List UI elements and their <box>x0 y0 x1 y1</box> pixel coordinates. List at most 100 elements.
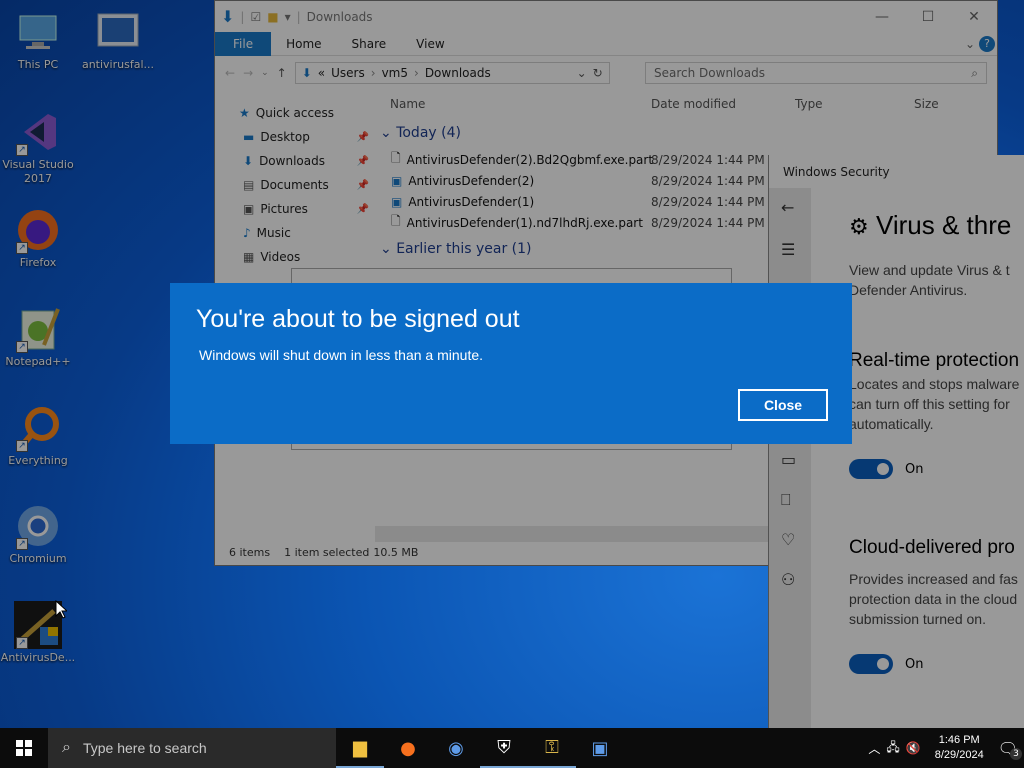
desktop-icon-notepadpp[interactable]: ↗ Notepad++ <box>0 305 76 369</box>
up-arrow-icon[interactable]: ↑ <box>277 66 287 80</box>
recent-locations-icon[interactable]: ⌄ <box>261 68 269 78</box>
breadcrumb-overflow[interactable]: « <box>318 66 325 80</box>
gear-icon: ⚙ <box>849 214 869 239</box>
file-name: AntivirusDefender(2).Bd2Qgbmf.exe.part <box>406 152 654 167</box>
shield-icon: ⛨ <box>497 736 511 758</box>
expand-ribbon-icon[interactable]: ⌄ <box>965 37 975 51</box>
taskbar-search-box[interactable]: ⌕ Type here to search <box>48 728 336 768</box>
device-security-icon[interactable]: ⎕ <box>781 490 791 510</box>
group-earlier[interactable]: ⌄ Earlier this year (1) <box>380 241 531 257</box>
cloud-toggle[interactable] <box>849 654 893 674</box>
pin-icon[interactable]: 📌 <box>357 132 369 143</box>
pin-icon[interactable]: 📌 <box>357 204 369 215</box>
taskbar-firefox[interactable]: ● <box>384 728 432 768</box>
properties-icon[interactable]: ☑ <box>250 10 261 24</box>
notification-badge: 3 <box>1010 747 1022 760</box>
folder-icon[interactable]: ■ <box>267 10 278 24</box>
breadcrumb-downloads[interactable]: Downloads <box>425 66 491 80</box>
desktop-icon-chromium[interactable]: ↗ Chromium <box>0 502 76 566</box>
start-button[interactable] <box>0 728 48 768</box>
notification-icon[interactable]: 🗨 3 <box>998 739 1022 760</box>
tab-share[interactable]: Share <box>337 37 402 51</box>
group-today[interactable]: ⌄ Today (4) <box>380 125 461 141</box>
minimize-button[interactable]: — <box>859 1 905 32</box>
nav-pictures[interactable]: ▣ Pictures 📌 <box>215 197 375 221</box>
signout-dialog: You're about to be signed out Windows wi… <box>170 283 852 444</box>
file-icon: 🗋 <box>391 151 401 165</box>
window-title: Downloads <box>306 9 373 24</box>
taskbar-app-window[interactable]: ▣ <box>576 728 624 768</box>
taskbar-chromium[interactable]: ◉ <box>432 728 480 768</box>
taskbar-file-explorer[interactable]: ▆ <box>336 728 384 768</box>
nav-documents[interactable]: ▤ Documents 📌 <box>215 173 375 197</box>
taskbar-antivirus-setup[interactable]: ⚿ <box>528 728 576 768</box>
nav-quick-access[interactable]: ★ Quick access <box>215 101 375 125</box>
pictures-icon: ▣ <box>243 202 255 216</box>
download-arrow-icon: ⬇ <box>221 7 235 26</box>
shortcut-arrow-icon: ↗ <box>16 242 28 254</box>
nav-videos[interactable]: ▦ Videos <box>215 245 375 269</box>
family-options-icon[interactable]: ⚇ <box>781 570 795 589</box>
notepadpp-icon: ↗ <box>14 305 62 353</box>
nav-label: Quick access <box>255 106 334 120</box>
back-arrow-icon[interactable]: ← <box>781 198 794 217</box>
tab-view[interactable]: View <box>401 37 459 51</box>
pin-icon[interactable]: 📌 <box>357 156 369 167</box>
nav-desktop[interactable]: ▬ Desktop 📌 <box>215 125 375 149</box>
realtime-toggle[interactable] <box>849 459 893 479</box>
shortcut-arrow-icon: ↗ <box>16 440 28 452</box>
close-button[interactable]: Close <box>738 389 828 421</box>
breadcrumb-users[interactable]: Users <box>331 66 365 80</box>
help-icon[interactable]: ? <box>979 35 995 52</box>
hamburger-menu-icon[interactable]: ☰ <box>781 240 795 259</box>
quick-access-toolbar: ⬇ | ☑ ■ ▾ | Downloads <box>221 7 373 26</box>
file-name: AntivirusDefender(1).nd7lhdRj.exe.part <box>406 215 643 230</box>
desktop-icon-everything[interactable]: ↗ Everything <box>0 404 76 468</box>
pin-icon[interactable]: 📌 <box>357 180 369 191</box>
desktop-icon-antivirusfal[interactable]: antivirusfal... <box>80 8 156 72</box>
tab-home[interactable]: Home <box>271 37 336 51</box>
security-sidebar: ← ☰ ▭ ⎕ ♡ ⚇ <box>769 188 811 728</box>
nav-downloads[interactable]: ⬇ Downloads 📌 <box>215 149 375 173</box>
network-disconnected-icon[interactable]: 🖧 <box>886 738 899 759</box>
desktop-icon-visual-studio[interactable]: ↗ Visual Studio 2017 <box>0 108 76 186</box>
refresh-icon[interactable]: ↻ <box>593 66 603 80</box>
mouse-cursor-icon <box>55 600 67 619</box>
status-item-count: 6 items <box>229 545 271 559</box>
group-label: Today (4) <box>396 125 461 141</box>
taskbar-windows-security[interactable]: ⛨ <box>480 728 528 768</box>
column-date-modified[interactable]: Date modified <box>651 97 795 111</box>
status-selected: 1 item selected <box>284 545 370 559</box>
group-label: Earlier this year (1) <box>396 241 532 257</box>
device-health-icon[interactable]: ♡ <box>781 530 795 549</box>
close-window-button[interactable]: ✕ <box>951 1 997 32</box>
back-arrow-icon[interactable]: ← <box>225 66 235 80</box>
nav-music[interactable]: ♪ Music <box>215 221 375 245</box>
volume-muted-icon[interactable]: 🔇 <box>906 741 921 755</box>
clock[interactable]: 1:46 PM 8/29/2024 <box>935 733 984 763</box>
breadcrumb-vm5[interactable]: vm5 <box>382 66 408 80</box>
chevron-up-icon[interactable]: ︿ <box>868 740 880 757</box>
desktop-icon-firefox[interactable]: ↗ Firefox <box>0 206 76 270</box>
computer-icon <box>14 8 62 56</box>
column-type[interactable]: Type <box>795 97 914 111</box>
app-browser-control-icon[interactable]: ▭ <box>781 450 796 469</box>
tab-file[interactable]: File <box>215 31 272 56</box>
firefox-icon: ● <box>400 737 416 759</box>
column-size[interactable]: Size <box>914 97 939 111</box>
desktop-icon-this-pc[interactable]: This PC <box>0 8 76 72</box>
video-icon: ▦ <box>243 250 255 264</box>
everything-search-icon: ↗ <box>14 404 62 452</box>
address-bar[interactable]: ⬇ « Users › vm5 › Downloads ⌄ ↻ <box>294 61 610 84</box>
nav-label: Pictures <box>260 202 308 216</box>
maximize-button[interactable]: ☐ <box>905 1 951 32</box>
search-placeholder: Search Downloads <box>654 66 765 80</box>
desktop-icon-label: Visual Studio 2017 <box>2 158 74 185</box>
chevron-down-icon[interactable]: ⌄ <box>577 66 587 80</box>
realtime-toggle-row: On <box>849 459 923 479</box>
chevron-down-icon[interactable]: ▾ <box>285 10 291 24</box>
forward-arrow-icon[interactable]: → <box>243 66 253 80</box>
column-name[interactable]: Name <box>390 97 651 111</box>
file-name: AntivirusDefender(2) <box>408 173 535 188</box>
search-input[interactable]: Search Downloads ⌕ <box>645 62 987 84</box>
